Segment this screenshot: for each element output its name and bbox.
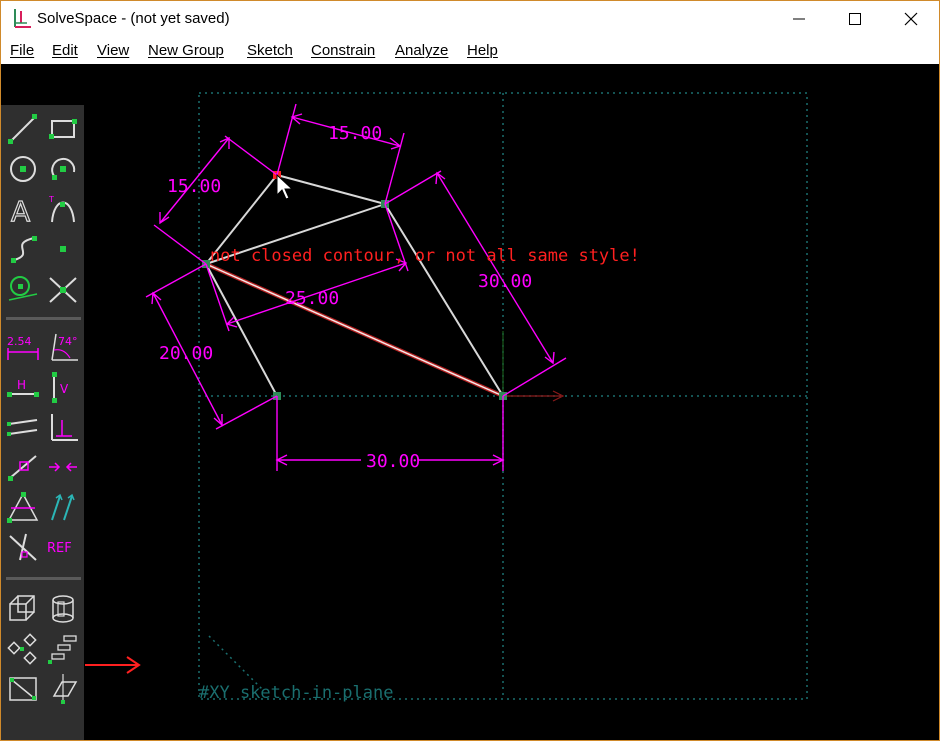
cubic-spline-tool[interactable]	[6, 232, 40, 266]
toolbar-separator	[6, 317, 81, 320]
line-a-to-c[interactable]	[205, 263, 278, 397]
dimension-diagonal[interactable]: 25.00	[285, 288, 339, 309]
sketch-3d-icon	[9, 677, 37, 701]
perpendicular-constraint-tool[interactable]	[46, 410, 80, 444]
svg-text:T: T	[48, 195, 54, 204]
menu-new-group[interactable]: New Group	[148, 42, 224, 59]
rectangle-tool[interactable]	[46, 112, 80, 146]
lathe-icon	[52, 595, 74, 623]
angle-slash-icon	[9, 533, 37, 561]
point-on-line-icon	[8, 455, 37, 481]
reference-toggle-tool[interactable]: REF	[46, 530, 80, 564]
equal-length-tool[interactable]	[6, 490, 40, 524]
error-message: not closed contour, or not all same styl…	[210, 246, 640, 266]
svg-text:REF: REF	[47, 541, 72, 556]
split-curves-tool[interactable]	[46, 272, 80, 306]
datum-point-icon	[60, 246, 66, 252]
midpoint-constraint-tool[interactable]	[46, 450, 80, 484]
minimize-icon	[793, 18, 805, 20]
maximize-button[interactable]	[827, 1, 883, 37]
svg-text:H: H	[17, 378, 26, 392]
arc-tool[interactable]	[46, 152, 80, 186]
extrude-icon	[9, 595, 35, 621]
ref-icon: REF	[47, 541, 72, 556]
circle-icon	[10, 156, 36, 182]
close-icon	[904, 12, 918, 26]
dimension-bottom[interactable]: 30.00	[366, 451, 420, 472]
same-orientation-icon	[51, 493, 75, 521]
svg-text:A: A	[11, 195, 30, 226]
horizontal-constraint-icon: H	[7, 378, 39, 397]
menu-constrain[interactable]: Constrain	[311, 42, 375, 59]
perpendicular-constraint-icon	[51, 414, 78, 441]
line-right-to-b[interactable]	[384, 203, 504, 397]
window-title: SolveSpace - (not yet saved)	[37, 10, 230, 27]
vertical-constraint-tool[interactable]: V	[46, 370, 80, 404]
vertical-constraint-icon: V	[52, 372, 69, 403]
menu-help[interactable]: Help	[467, 42, 498, 59]
other-supplementary-angle-tool[interactable]	[6, 530, 40, 564]
angle-dimension-icon: 74°	[51, 333, 78, 361]
dimension-right-edge[interactable]: 30.00	[478, 271, 532, 292]
dimension-lower-left[interactable]: 20.00	[159, 343, 213, 364]
workplane-3d-tool[interactable]	[46, 672, 80, 706]
tangent-arc-tool[interactable]: T	[46, 192, 80, 226]
spline-icon	[11, 236, 37, 263]
close-button[interactable]	[883, 1, 939, 37]
workplane-3d-icon	[52, 674, 78, 704]
parallel-constraint-icon	[7, 419, 38, 436]
graphics-canvas[interactable]: 15.00 15.00 30.00 25.00 20.00 30.00 not …	[1, 64, 939, 740]
menu-bar: File Edit View New Group Sketch Constrai…	[1, 37, 939, 64]
toolbar: A T 2.54 74° H V REF	[1, 105, 84, 740]
rectangle-icon	[49, 119, 77, 139]
menu-edit[interactable]: Edit	[52, 42, 78, 59]
dimension-left-edge[interactable]: 15.00	[167, 176, 221, 197]
workplane-tool[interactable]	[6, 272, 40, 306]
text-icon: A	[10, 194, 30, 226]
svg-text:V: V	[60, 382, 69, 396]
svg-text:2.54: 2.54	[7, 335, 32, 348]
lathe-tool[interactable]	[46, 592, 80, 626]
workplane-label: #XY sketch-in-plane	[199, 683, 393, 703]
circle-tool[interactable]	[6, 152, 40, 186]
title-bar: SolveSpace - (not yet saved)	[1, 1, 939, 37]
distance-dimension-tool[interactable]: 2.54	[6, 330, 40, 364]
sketch-in-3d-tool[interactable]	[6, 672, 40, 706]
line-segment-tool[interactable]	[6, 112, 40, 146]
svg-text:74°: 74°	[58, 335, 78, 348]
step-rotating-icon	[7, 633, 37, 665]
triangle-constraint-icon	[7, 492, 39, 523]
midpoint-constraint-icon	[49, 462, 77, 472]
maximize-icon	[849, 13, 861, 25]
horizontal-constraint-tool[interactable]: H	[6, 370, 40, 404]
same-orientation-tool[interactable]	[46, 490, 80, 524]
extrude-tool[interactable]	[6, 592, 40, 626]
datum-point-tool[interactable]	[46, 232, 80, 266]
tangent-arc-icon: T	[48, 195, 75, 223]
step-translating-icon	[48, 635, 77, 664]
menu-analyze[interactable]: Analyze	[395, 42, 448, 59]
split-curves-icon	[49, 277, 77, 303]
solvespace-app-icon	[14, 9, 31, 28]
dimension-top-edge[interactable]: 15.00	[328, 123, 382, 144]
line-a-to-b	[205, 263, 504, 397]
menu-view[interactable]: View	[97, 42, 129, 59]
step-translating-tool[interactable]	[46, 632, 80, 666]
workplane-icon	[8, 276, 38, 301]
red-arrow-icon	[85, 656, 141, 674]
distance-dimension-icon: 2.54	[7, 335, 39, 360]
angle-dimension-tool[interactable]: 74°	[46, 330, 80, 364]
parallel-constraint-tool[interactable]	[6, 410, 40, 444]
minimize-button[interactable]	[771, 1, 827, 37]
menu-file[interactable]: File	[10, 42, 34, 59]
line-segment-icon	[8, 114, 37, 144]
text-tool[interactable]: A	[6, 192, 40, 226]
sketch-points	[202, 200, 507, 400]
solvespace-window: SolveSpace - (not yet saved) File Edit V…	[0, 0, 940, 741]
point-on-line-tool[interactable]	[6, 450, 40, 484]
toolbar-separator	[6, 577, 81, 580]
arc-icon	[51, 157, 76, 180]
step-rotating-tool[interactable]	[6, 632, 40, 666]
menu-sketch[interactable]: Sketch	[247, 42, 293, 59]
